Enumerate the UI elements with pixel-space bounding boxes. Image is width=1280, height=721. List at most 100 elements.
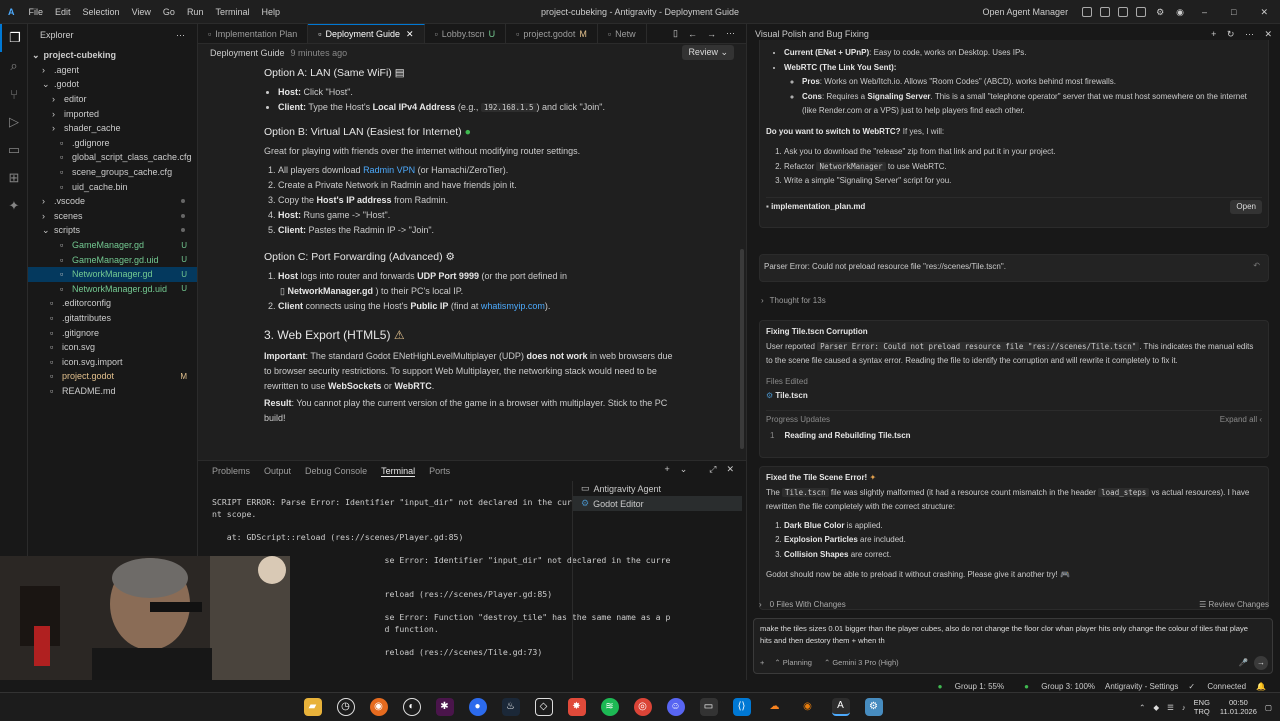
edited-file[interactable]: ⚙ Tile.tscn: [766, 389, 1262, 404]
volume-icon[interactable]: ♪: [1182, 703, 1186, 712]
vscode-app-icon[interactable]: ⟨⟩: [733, 698, 751, 716]
panel-tab[interactable]: Ports: [429, 466, 450, 476]
tree-item[interactable]: ▫GameManager.gdU: [28, 238, 197, 253]
more-actions-icon[interactable]: ⋯: [176, 30, 185, 41]
tree-root[interactable]: ⌄ project-cubeking: [28, 48, 197, 63]
bell-icon[interactable]: 🔔: [1256, 682, 1266, 691]
panel-tab[interactable]: Terminal: [381, 466, 415, 477]
unity-app-icon[interactable]: ◇: [535, 698, 553, 716]
godot-app-icon[interactable]: ⚙: [865, 698, 883, 716]
thought-toggle[interactable]: ›Thought for 13s: [761, 296, 826, 305]
layout-icon[interactable]: [1082, 7, 1092, 17]
chrome-app-icon[interactable]: ◎: [634, 698, 652, 716]
review-changes-button[interactable]: ☰ Review Changes: [1199, 600, 1269, 609]
account-icon[interactable]: ◉: [1176, 7, 1184, 18]
editor-scrollbar[interactable]: [740, 249, 744, 449]
obs-app-icon[interactable]: ◐: [403, 698, 421, 716]
editor-tab[interactable]: ▫project.godotM: [506, 24, 598, 43]
file-chip-name[interactable]: implementation_plan.md: [771, 202, 865, 211]
tree-item[interactable]: ▫.gitignore: [28, 325, 197, 340]
antigravity-app-icon[interactable]: A: [832, 698, 850, 716]
editor-tab[interactable]: ▫Netw: [598, 24, 647, 43]
tree-item[interactable]: ›.vscode: [28, 194, 197, 209]
undo-icon[interactable]: ↶: [1253, 261, 1260, 270]
files-with-changes[interactable]: ›0 Files With Changes: [759, 600, 846, 609]
firefox-app-icon[interactable]: ◉: [370, 698, 388, 716]
panel-tab[interactable]: Debug Console: [305, 466, 367, 476]
tree-item[interactable]: ▫icon.svg.import: [28, 354, 197, 369]
run-debug-icon[interactable]: ▷: [0, 108, 28, 136]
new-chat-icon[interactable]: +: [1211, 29, 1216, 39]
spotify-app-icon[interactable]: ≋: [601, 698, 619, 716]
notification-icon[interactable]: ▢: [1265, 703, 1272, 712]
menu-view[interactable]: View: [132, 7, 151, 17]
connection-status[interactable]: ✓ Connected: [1188, 682, 1246, 691]
add-context-icon[interactable]: +: [760, 657, 764, 669]
clock-app-icon[interactable]: ◷: [337, 698, 355, 716]
back-icon[interactable]: ←: [688, 29, 697, 39]
steam-app-icon[interactable]: ♨: [502, 698, 520, 716]
terminal-app-icon[interactable]: ▭: [700, 698, 718, 716]
menu-terminal[interactable]: Terminal: [215, 7, 249, 17]
menu-file[interactable]: File: [29, 7, 44, 17]
chevron-down-icon[interactable]: ⌄: [680, 464, 688, 475]
blender-app-icon[interactable]: ◉: [799, 698, 817, 716]
extensions-icon[interactable]: ⊞: [0, 164, 28, 192]
tree-item[interactable]: ▫.editorconfig: [28, 296, 197, 311]
group3-status[interactable]: ● Group 3: 100%: [1014, 682, 1095, 691]
source-control-icon[interactable]: ⑂: [0, 80, 28, 108]
tree-item[interactable]: ›imported: [28, 106, 197, 121]
file-explorer-app-icon[interactable]: ▰: [304, 698, 322, 716]
tree-item[interactable]: ▫NetworkManager.gdU: [28, 267, 197, 282]
review-button[interactable]: Review ⌄: [682, 45, 734, 60]
tray-app-icon[interactable]: ◆: [1153, 703, 1159, 712]
editor-tab[interactable]: ▫Deployment Guide✕: [308, 24, 424, 43]
close-panel-icon[interactable]: ✕: [726, 464, 734, 475]
split-icon[interactable]: [1136, 7, 1146, 17]
more-icon[interactable]: ⋯: [1245, 29, 1254, 39]
forward-icon[interactable]: →: [707, 29, 716, 39]
tree-item[interactable]: ▫.gitattributes: [28, 311, 197, 326]
menu-edit[interactable]: Edit: [55, 7, 71, 17]
panel-tab[interactable]: Output: [264, 466, 291, 476]
close-chat-icon[interactable]: ✕: [1264, 29, 1272, 39]
editor-tab[interactable]: ▫Lobby.tscnU: [425, 24, 507, 43]
radmin-link[interactable]: Radmin VPN: [363, 165, 415, 175]
settings-icon[interactable]: ⚙: [1156, 7, 1164, 18]
tree-item[interactable]: ›.agent: [28, 63, 197, 78]
tree-item[interactable]: ▫GameManager.gd.uidU: [28, 252, 197, 267]
affinity-app-icon[interactable]: ✸: [568, 698, 586, 716]
signal-app-icon[interactable]: ●: [469, 698, 487, 716]
terminal-session-agent[interactable]: ▭Antigravity Agent: [573, 481, 742, 496]
close-tab-icon[interactable]: ✕: [406, 29, 414, 40]
cloud-app-icon[interactable]: ☁: [766, 698, 784, 716]
opt-c-file-link[interactable]: NetworkManager.gd: [287, 286, 373, 296]
terminal-session-godot[interactable]: ⚙Godot Editor: [573, 496, 742, 511]
discord-app-icon[interactable]: ☺: [667, 698, 685, 716]
menu-help[interactable]: Help: [261, 7, 280, 17]
clock[interactable]: 00:50 11.01.2026: [1220, 698, 1257, 716]
mic-icon[interactable]: 🎤: [1239, 657, 1248, 669]
open-agent-manager-button[interactable]: Open Agent Manager: [983, 7, 1069, 17]
model-select[interactable]: ⌃ Gemini 3 Pro (High): [824, 657, 899, 669]
tree-item[interactable]: ▫NetworkManager.gd.uidU: [28, 282, 197, 297]
tree-item[interactable]: ▫scene_groups_cache.cfg: [28, 165, 197, 180]
language-indicator[interactable]: ENG TRQ: [1194, 698, 1210, 716]
menu-selection[interactable]: Selection: [83, 7, 120, 17]
settings-status[interactable]: Antigravity - Settings: [1105, 682, 1178, 691]
editor-tab[interactable]: ▫Implementation Plan: [198, 24, 308, 43]
tree-item[interactable]: ›shader_cache: [28, 121, 197, 136]
panel-toggle-icon[interactable]: [1100, 7, 1110, 17]
more-actions-icon[interactable]: ⋯: [726, 28, 735, 39]
maximize-icon[interactable]: □: [1231, 7, 1236, 17]
expand-all-button[interactable]: Expand all ‹: [1220, 413, 1262, 428]
tree-item[interactable]: ▫uid_cache.bin: [28, 179, 197, 194]
tree-item[interactable]: ⌄scripts: [28, 223, 197, 238]
search-icon[interactable]: ⌕: [0, 52, 28, 80]
panel-tab[interactable]: Problems: [212, 466, 250, 476]
tree-item[interactable]: ›scenes: [28, 209, 197, 224]
send-button[interactable]: →: [1254, 656, 1268, 670]
tree-item[interactable]: ›editor: [28, 92, 197, 107]
remote-icon[interactable]: ▭: [0, 136, 28, 164]
tree-item[interactable]: ▫.gdignore: [28, 136, 197, 151]
